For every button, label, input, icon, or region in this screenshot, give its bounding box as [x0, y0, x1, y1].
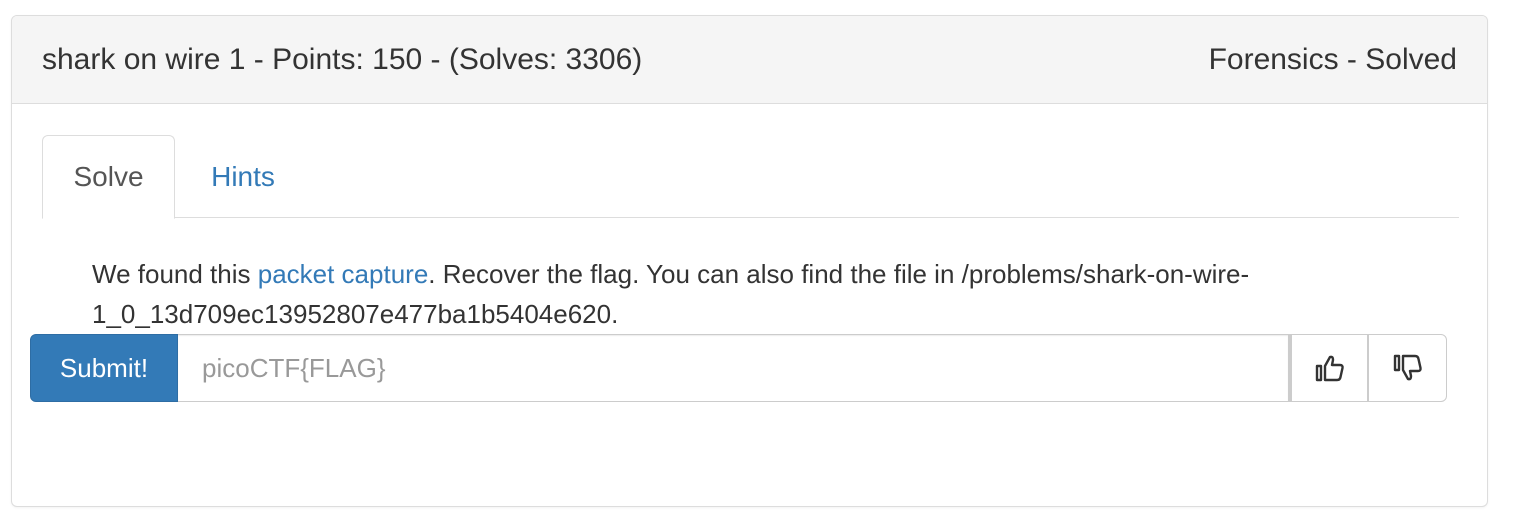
problem-status: Forensics - Solved — [1208, 42, 1457, 76]
downvote-button[interactable] — [1368, 334, 1447, 402]
problem-panel: shark on wire 1 - Points: 150 - (Solves:… — [11, 15, 1488, 507]
tab-hints[interactable]: Hints — [175, 135, 311, 218]
thumbs-up-icon — [1315, 355, 1344, 382]
tab-solve-label: Solve — [73, 161, 144, 192]
packet-capture-link[interactable]: packet capture — [258, 259, 429, 289]
tab-bar: Solve Hints — [42, 135, 1459, 219]
upvote-button[interactable] — [1289, 334, 1368, 402]
thumbs-down-icon — [1393, 354, 1422, 381]
tab-hints-label: Hints — [211, 160, 275, 192]
flag-submit-group: Submit! — [30, 334, 1447, 402]
description-prefix: We found this — [92, 259, 258, 289]
submit-button[interactable]: Submit! — [30, 334, 178, 402]
flag-input[interactable] — [178, 334, 1289, 402]
tab-solve[interactable]: Solve — [42, 135, 175, 219]
problem-title: shark on wire 1 - Points: 150 - (Solves:… — [42, 42, 643, 76]
panel-heading: shark on wire 1 - Points: 150 - (Solves:… — [12, 16, 1487, 104]
problem-description: We found this packet capture. Recover th… — [92, 254, 1332, 334]
